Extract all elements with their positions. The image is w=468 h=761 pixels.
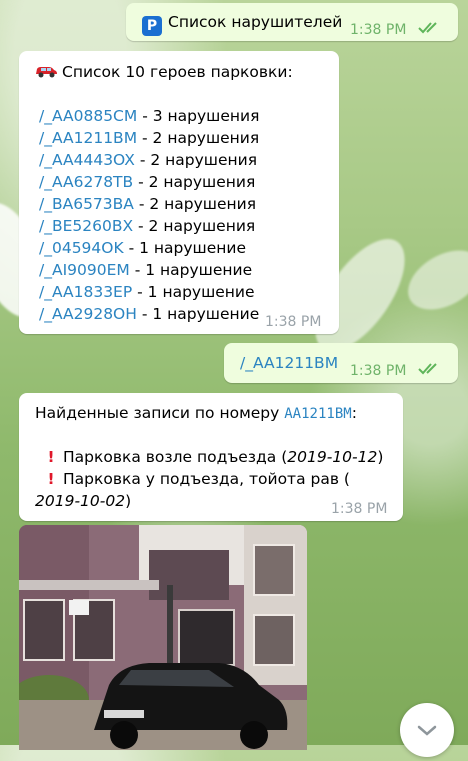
message-time: 1:38 PM bbox=[331, 501, 388, 517]
violation-count: - 2 нарушения bbox=[137, 129, 260, 147]
plate-link[interactable]: /_AA1211BM bbox=[39, 129, 137, 147]
plate-command-link[interactable]: /_AA1211BM bbox=[240, 352, 338, 374]
record-item: ! Парковка у подъезда, тойота рав ( bbox=[39, 468, 350, 490]
list-header: Список 10 героев парковки: bbox=[62, 63, 293, 81]
list-item: /_AI9090EM - 1 нарушение bbox=[39, 259, 259, 281]
double-check-icon bbox=[418, 22, 437, 34]
plate-code: AA1211BM bbox=[284, 406, 352, 422]
record-date: 2019-10-12 bbox=[287, 448, 378, 466]
list-item: /_AA0885CM - 3 нарушения bbox=[39, 105, 259, 127]
violation-count: - 3 нарушения bbox=[137, 107, 260, 125]
red-exclamation-icon: ! bbox=[47, 448, 55, 466]
list-item: /_AA1833EP - 1 нарушение bbox=[39, 281, 259, 303]
violation-count: - 1 нарушение bbox=[136, 305, 260, 323]
plate-link[interactable]: /_AA4443OX bbox=[39, 151, 135, 169]
outgoing-message[interactable]: /_AA1211BM 1:38 PM bbox=[224, 343, 458, 383]
message-time: 1:38 PM bbox=[350, 22, 407, 38]
list-item: /_AA1211BM - 2 нарушения bbox=[39, 127, 259, 149]
message-time: 1:38 PM bbox=[265, 314, 322, 330]
list-item: /_AA4443OX - 2 нарушения bbox=[39, 149, 259, 171]
parking-p-icon: P bbox=[142, 16, 162, 36]
red-car-icon bbox=[36, 67, 57, 78]
plate-link[interactable]: /_BA6573BA bbox=[39, 195, 134, 213]
message-text: Список нарушителей bbox=[168, 13, 343, 31]
list-item: /_04594OK - 1 нарушение bbox=[39, 237, 259, 259]
violation-count: - 1 нарушение bbox=[129, 261, 253, 279]
violator-list: /_AA0885CM - 3 нарушения /_AA1211BM - 2 … bbox=[39, 105, 259, 325]
result-header: Найденные записи по номеру AA1211BM: bbox=[35, 404, 357, 422]
outgoing-message[interactable]: P Список нарушителей 1:38 PM bbox=[126, 3, 458, 41]
parked-car-photo bbox=[19, 525, 307, 750]
background-petal bbox=[397, 238, 468, 322]
incoming-message[interactable]: Список 10 героев парковки: /_AA0885CM - … bbox=[19, 51, 339, 334]
red-exclamation-icon: ! bbox=[47, 470, 55, 488]
scroll-down-button[interactable] bbox=[400, 703, 454, 757]
violation-count: - 1 нарушение bbox=[123, 239, 246, 257]
record-date: 2019-10-02 bbox=[35, 492, 126, 510]
chevron-down-icon bbox=[417, 725, 437, 736]
violation-count: - 2 нарушения bbox=[134, 151, 258, 169]
plate-link[interactable]: /_BE5260BX bbox=[39, 217, 133, 235]
photo-message[interactable] bbox=[19, 525, 307, 750]
plate-link[interactable]: /_04594OK bbox=[39, 239, 124, 257]
violation-count: - 2 нарушения bbox=[133, 173, 256, 191]
message-time: 1:38 PM bbox=[350, 363, 407, 379]
violation-count: - 1 нарушение bbox=[132, 283, 255, 301]
list-item: /_AA6278TB - 2 нарушения bbox=[39, 171, 259, 193]
plate-link[interactable]: /_AA1833EP bbox=[39, 283, 132, 301]
plate-link[interactable]: /_AA0885CM bbox=[39, 107, 137, 125]
violation-count: - 2 нарушения bbox=[133, 195, 257, 213]
incoming-message[interactable]: Найденные записи по номеру AA1211BM: ! Па… bbox=[19, 393, 403, 521]
double-check-icon bbox=[418, 363, 437, 375]
list-item: /_AA2928OH - 1 нарушение bbox=[39, 303, 259, 325]
violation-count: - 2 нарушения bbox=[133, 217, 256, 235]
list-item: /_BE5260BX - 2 нарушения bbox=[39, 215, 259, 237]
plate-link[interactable]: /_AI9090EM bbox=[39, 261, 130, 279]
list-item: /_BA6573BA - 2 нарушения bbox=[39, 193, 259, 215]
plate-link[interactable]: /_AA6278TB bbox=[39, 173, 133, 191]
record-item: ! Парковка возле подъезда (2019-10-12) bbox=[39, 446, 383, 468]
plate-link[interactable]: /_AA2928OH bbox=[39, 305, 137, 323]
